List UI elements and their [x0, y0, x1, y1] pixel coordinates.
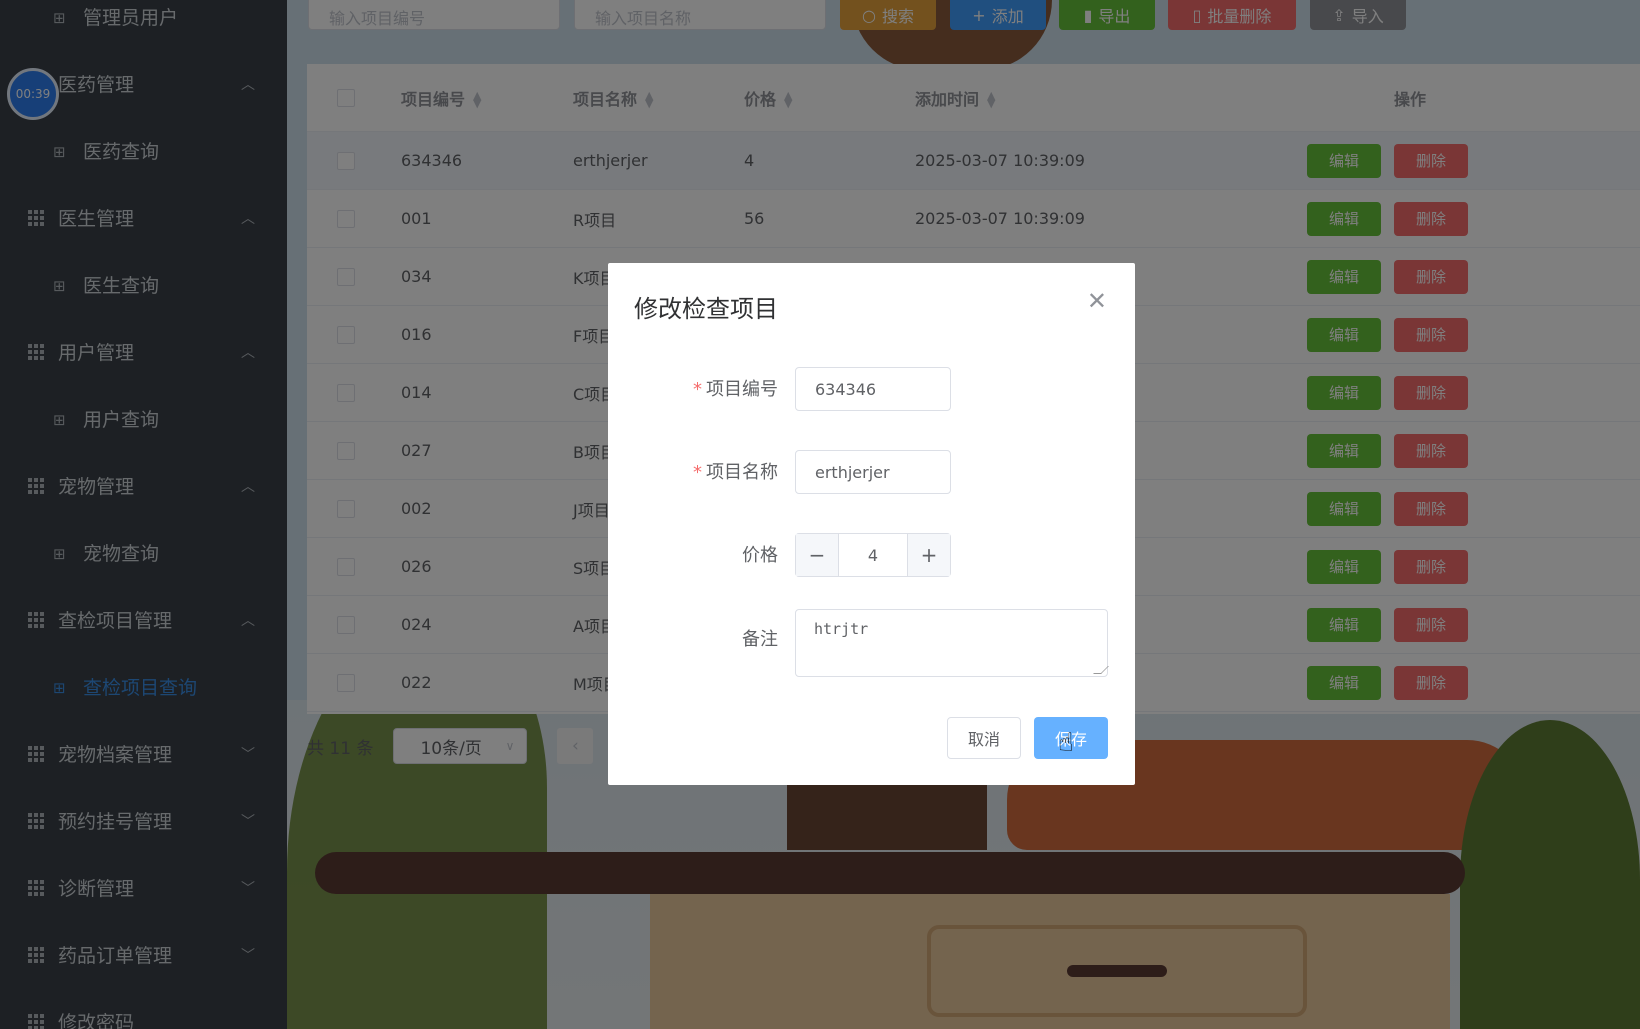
name-label: * 项目名称	[693, 462, 778, 483]
minus-icon[interactable]: −	[796, 534, 839, 576]
cancel-button[interactable]: 取消	[947, 717, 1021, 759]
hand-cursor-icon: ☝	[1058, 728, 1074, 758]
price-input[interactable]: 4	[839, 534, 907, 576]
edit-project-dialog: 修改检查项目 ✕ * 项目编号 634346 * 项目名称 erthjerjer 价…	[608, 263, 1135, 785]
price-label: 价格	[742, 545, 778, 566]
price-stepper: − 4 +	[795, 533, 951, 577]
name-field[interactable]: erthjerjer	[795, 450, 951, 494]
close-icon[interactable]: ✕	[1087, 287, 1107, 315]
note-label: 备注	[742, 629, 778, 650]
note-textarea[interactable]: htrjtr	[795, 609, 1109, 677]
dialog-title: 修改检查项目	[634, 295, 778, 323]
code-field[interactable]: 634346	[795, 367, 951, 411]
plus-icon[interactable]: +	[907, 534, 950, 576]
code-label: * 项目编号	[693, 379, 778, 400]
resize-handle-icon[interactable]	[1093, 666, 1109, 674]
